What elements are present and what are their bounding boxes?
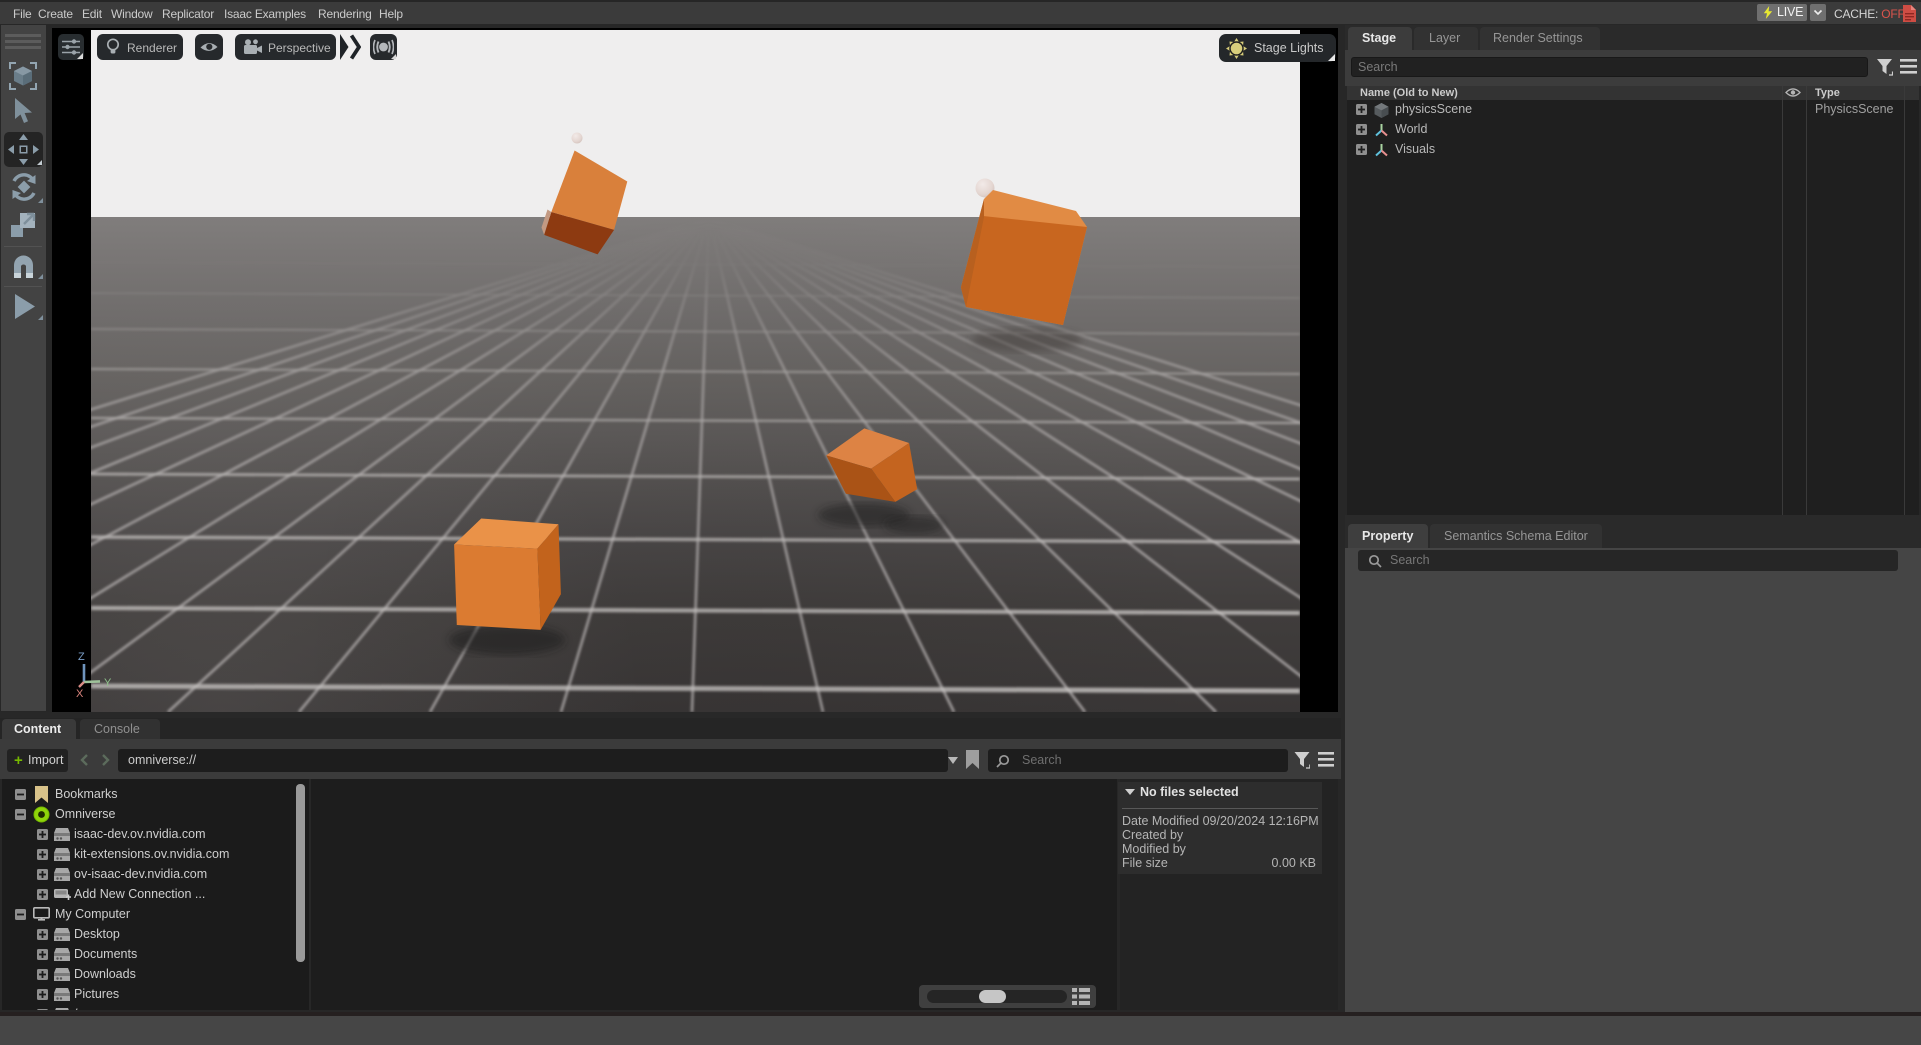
svg-text:Z: Z — [78, 651, 85, 663]
svg-text:Y: Y — [104, 677, 112, 689]
svg-text:X: X — [76, 688, 84, 700]
